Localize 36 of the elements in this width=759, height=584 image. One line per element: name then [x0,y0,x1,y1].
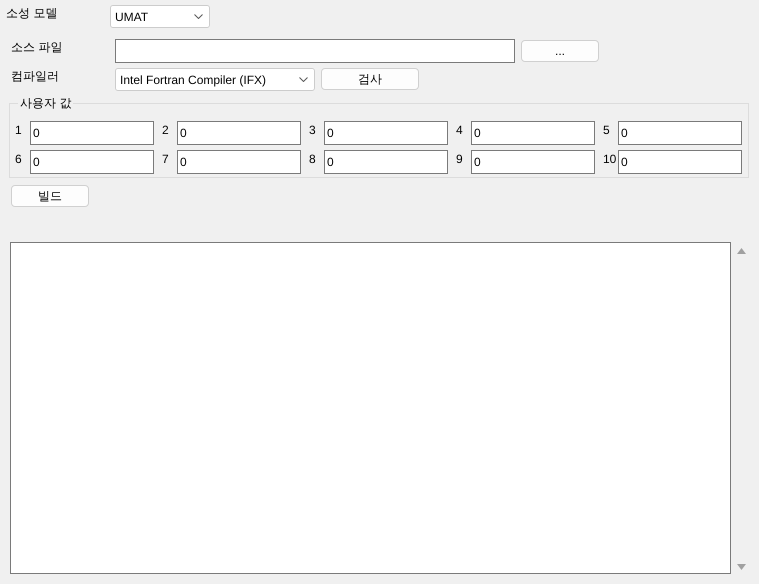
value-label: 9 [456,152,464,166]
value-field[interactable]: 0 [30,150,154,174]
value-label: 6 [15,152,23,166]
dropdown-value: Intel Fortran Compiler (IFX) [120,72,266,86]
caret-icon [299,77,308,82]
value-field[interactable]: 0 [30,121,154,145]
value-field[interactable]: 0 [324,121,448,145]
value-field[interactable]: 0 [177,150,301,174]
model-dropdown[interactable]: UMAT [110,5,210,28]
value-label: 3 [309,123,317,137]
build-button[interactable]: 빌드 [11,185,89,207]
value-label: 5 [603,123,611,137]
value-label: 2 [162,123,170,137]
browse-button[interactable]: ... [521,40,599,62]
source-file-field[interactable] [115,39,515,63]
value-label: 7 [162,152,170,166]
check-button[interactable]: 검사 [321,68,419,90]
value-field[interactable]: 0 [324,150,448,174]
field-label: 컴파일러 [11,68,60,85]
value-label: 4 [456,123,464,137]
field-label: 소스 파일 [11,39,64,56]
group-title: 사용자 값 [18,96,74,110]
scroll-down-icon[interactable] [737,564,746,570]
value-field[interactable]: 0 [471,150,595,174]
value-label: 8 [309,152,317,166]
value-field[interactable]: 0 [177,121,301,145]
value-label: 10 [603,152,618,166]
compiler-dropdown[interactable]: Intel Fortran Compiler (IFX) [115,68,315,91]
dropdown-value: UMAT [115,10,148,24]
value-label: 1 [15,123,23,137]
field-label: 소성 모델 [6,5,58,22]
value-field[interactable]: 0 [471,121,595,145]
scroll-up-icon[interactable] [737,248,746,254]
caret-icon [194,14,203,19]
value-field[interactable]: 0 [618,121,742,145]
value-field[interactable]: 0 [618,150,742,174]
